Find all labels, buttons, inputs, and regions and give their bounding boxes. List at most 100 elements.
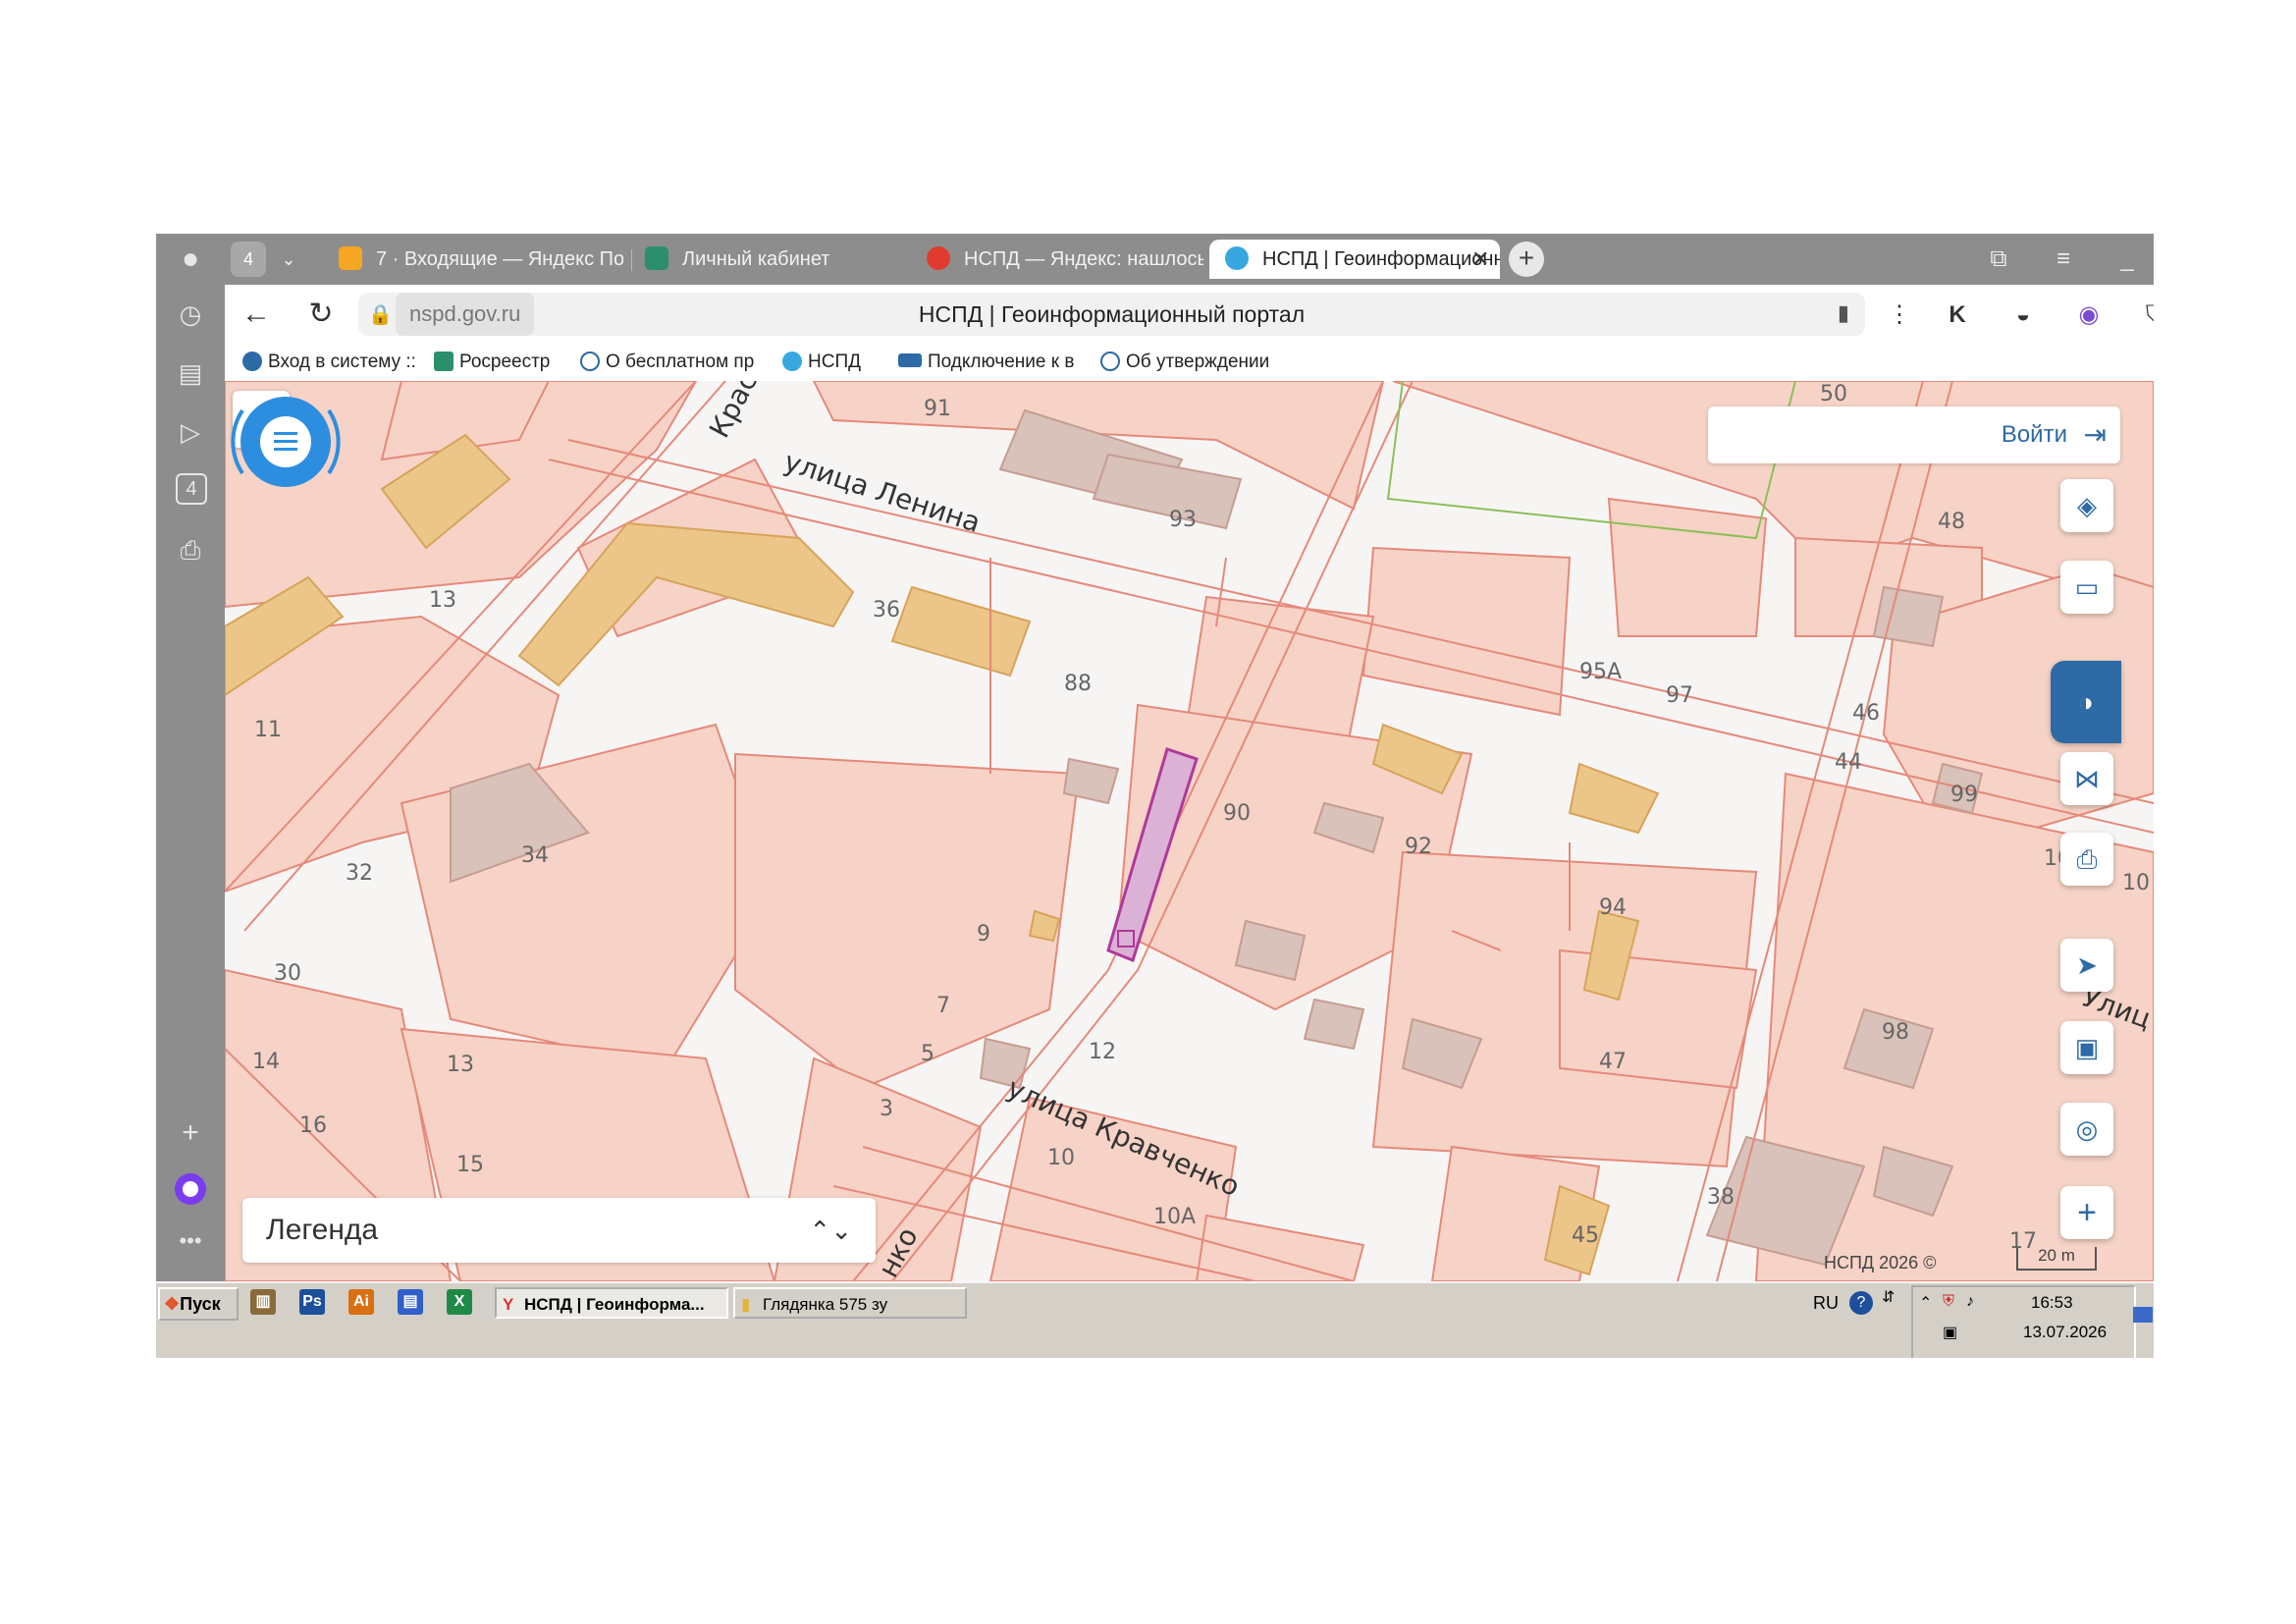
search-location-button[interactable]: ◎ [2060, 1103, 2113, 1156]
chat-button[interactable] [225, 381, 347, 503]
locate-button[interactable]: ➤ [2060, 939, 2113, 992]
tab-yandex-search[interactable]: НСПД — Яндекс: нашлось [927, 240, 1203, 279]
save-icon[interactable]: ▤ [398, 1289, 423, 1315]
bookmark-label: НСПД [808, 352, 861, 372]
illustrator-icon[interactable]: Ai [348, 1289, 374, 1315]
tabs-dropdown-icon[interactable]: ⌄ [274, 240, 303, 279]
share-button[interactable]: ⋈ [2060, 752, 2113, 805]
expand-tray-icon[interactable]: ⌃ [1919, 1293, 1932, 1313]
bookmark-login[interactable]: Вход в систему :: [242, 350, 419, 375]
consultant-icon [580, 352, 600, 371]
map-canvas[interactable]: 91 93 48 36 88 13 11 95А 97 46 44 99 34 … [225, 381, 2154, 1281]
task-label: НСПД | Геоинформа... [524, 1295, 705, 1314]
start-button[interactable]: ❖Пуск [158, 1287, 239, 1321]
back-icon[interactable]: ← [237, 295, 276, 334]
parcel-number: 97 [1666, 683, 1693, 708]
reload-icon[interactable]: ↻ [301, 295, 341, 334]
parcel-number: 48 [1938, 510, 1965, 534]
clock-time[interactable]: 16:53 [2031, 1293, 2073, 1313]
map-credit: НСПД 2026 © [1824, 1253, 1937, 1272]
tabs-counter-icon[interactable]: 4 [176, 473, 207, 505]
scale-bar: 20 m [2016, 1247, 2097, 1271]
more-icon[interactable]: ••• [173, 1223, 208, 1259]
tab-cabinet[interactable]: Личный кабинет [645, 240, 890, 279]
system-tray: ⌃ ⛨ ♪ ▣ 16:53 13.07.2026 [1911, 1285, 2136, 1358]
layers-button[interactable]: ◈ [2060, 479, 2113, 532]
parcel-number: 50 [1820, 382, 1847, 406]
clock-date[interactable]: 13.07.2026 [2023, 1323, 2107, 1342]
volume-icon[interactable]: ♪ [1966, 1293, 1974, 1311]
screenshot-icon[interactable]: ⎙ [173, 532, 208, 568]
screenshot: ● ◷ ▤ ▷ 4 ⎙ + ••• 4 ⌄ 7 · Входящие — Янд… [156, 234, 2154, 1358]
bookmark-connect[interactable]: Подключение к в [898, 350, 1085, 375]
alice-icon[interactable] [173, 1171, 208, 1207]
extension-shield-icon[interactable]: ◒ [2006, 298, 2040, 332]
excel-icon[interactable]: X [447, 1289, 472, 1315]
show-desktop-icon[interactable] [2133, 1307, 2153, 1323]
legend-panel[interactable]: Легенда ⌃⌄ [242, 1198, 876, 1263]
parcel-number: 13 [429, 588, 456, 613]
help-icon[interactable]: ? [1849, 1291, 1873, 1315]
security-icon[interactable]: ⛨ [1943, 1293, 1954, 1311]
kaspersky-icon[interactable]: K [1941, 298, 1974, 332]
bookmarks-bar: Вход в систему :: Росреестр О бесплатном… [225, 344, 2154, 382]
nspd-icon [782, 352, 802, 371]
bookmark-icon[interactable]: ▮ [1838, 300, 1849, 326]
bookmark-approval[interactable]: Об утверждении [1100, 350, 1287, 375]
collections-icon[interactable]: ▤ [173, 355, 208, 391]
reference-tool-button[interactable]: ◑ [2051, 661, 2121, 743]
bookmark-label: Росреестр [459, 352, 551, 372]
add-panel-icon[interactable]: + [173, 1115, 208, 1151]
network-icon[interactable]: ⇵ [1882, 1287, 1895, 1307]
new-tab-button[interactable]: + [1509, 242, 1544, 277]
parcel-number: 94 [1599, 895, 1627, 920]
print-button[interactable]: ⎙ [2060, 833, 2113, 886]
photoshop-icon[interactable]: Ps [299, 1289, 325, 1315]
parcel-number: 47 [1599, 1050, 1627, 1074]
library-icon[interactable]: ▥ [250, 1289, 276, 1315]
minimize-icon[interactable]: _ [2108, 240, 2147, 279]
printer-tray-icon[interactable]: ▣ [1943, 1323, 1957, 1342]
bookmark-label: Вход в систему :: [268, 352, 416, 372]
parcel-number: 5 [921, 1042, 934, 1066]
media-icon[interactable]: ▷ [173, 414, 208, 450]
parcel-number: 46 [1852, 701, 1880, 726]
bookmark-rosreestr[interactable]: Росреестр [434, 350, 569, 375]
parcel-number: 10 [2122, 871, 2150, 895]
bookmark-free[interactable]: О бесплатном пр [580, 350, 767, 375]
tabs-count-button[interactable]: 4 [231, 242, 266, 277]
task-nspd-browser[interactable]: Y НСПД | Геоинформа... [495, 1287, 728, 1319]
close-tab-icon[interactable]: ✕ [1471, 240, 1495, 279]
url-text[interactable]: nspd.gov.ru [396, 293, 535, 336]
menu-icon[interactable]: ≡ [2044, 240, 2083, 279]
parcel-number: 90 [1223, 801, 1251, 826]
zoom-in-button[interactable]: + [2060, 1186, 2113, 1239]
parcel-number: 88 [1064, 672, 1092, 696]
ruler-button[interactable]: ▭ [2060, 561, 2113, 614]
bookmark-nspd[interactable]: НСПД [782, 350, 884, 375]
tab-label: НСПД — Яндекс: нашлось [964, 248, 1203, 270]
parcel-number: 7 [936, 994, 950, 1018]
login-button[interactable]: Войти ⇥ [1708, 406, 2120, 463]
windows-logo-icon: ❖ [164, 1294, 181, 1314]
folder-icon: ▮ [741, 1295, 751, 1314]
extension-shirt-icon[interactable]: ⛉ [2138, 298, 2154, 332]
tab-label: Личный кабинет [682, 248, 830, 270]
parcel-number: 98 [1882, 1020, 1909, 1045]
tab-separator [631, 249, 632, 271]
task-folder[interactable]: ▮ Глядянка 575 зу [733, 1287, 967, 1319]
cadastral-map[interactable]: 91 93 48 36 88 13 11 95А 97 46 44 99 34 … [225, 381, 2154, 1281]
extension-target-icon[interactable]: ◉ [2072, 298, 2106, 332]
tab-strip: 4 ⌄ 7 · Входящие — Яндекс Почта Личный к… [225, 234, 2154, 285]
parcel-number: 45 [1572, 1223, 1599, 1248]
tab-mail[interactable]: 7 · Входящие — Яндекс Почта [339, 240, 623, 279]
profile-icon[interactable]: ● [173, 242, 208, 277]
language-indicator[interactable]: RU [1813, 1293, 1839, 1314]
history-icon[interactable]: ◷ [173, 297, 208, 332]
picture-in-picture-button[interactable]: ▣ [2060, 1021, 2113, 1074]
more-vert-icon[interactable]: ⋮ [1883, 298, 1916, 332]
bookmarks-panel-icon[interactable]: ⧉ [1979, 240, 2018, 279]
tab-nspd[interactable]: НСПД | Геоинформационный портал [1209, 240, 1500, 279]
address-bar[interactable]: 🔒 НСПД | Геоинформационный портал nspd.g… [358, 293, 1865, 336]
parcel-number: 14 [252, 1050, 280, 1074]
